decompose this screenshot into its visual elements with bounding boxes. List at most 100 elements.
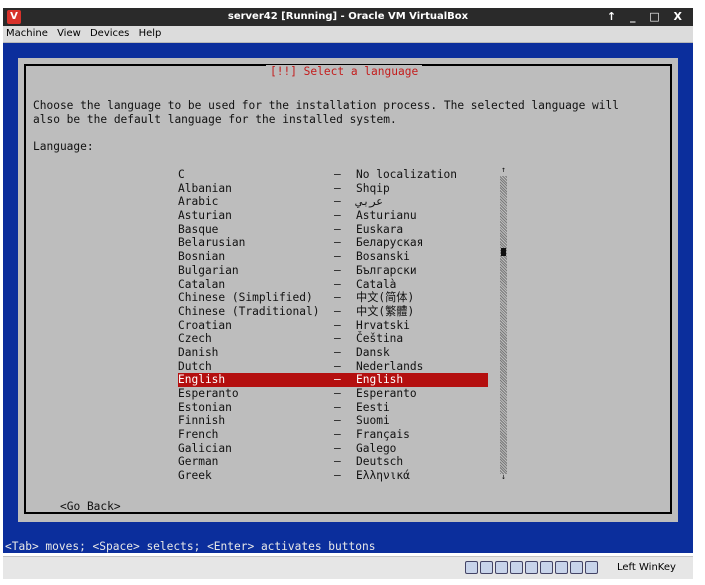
usb-icon[interactable] [510,561,523,574]
language-separator: – [334,428,341,442]
scroll-up-arrow-icon[interactable]: ↑ [500,166,507,174]
language-name: Dutch [178,359,212,373]
language-name: Chinese (Simplified) [178,291,313,305]
language-native-name: Eesti [356,400,390,414]
shared-folder-icon[interactable] [525,561,538,574]
language-name: Galician [178,441,232,455]
language-name: Basque [178,222,219,236]
language-row[interactable]: Asturian – Asturianu [178,209,488,223]
scroll-down-arrow-icon[interactable]: ↓ [500,473,507,481]
language-row[interactable]: German – Deutsch [178,455,488,469]
language-row[interactable]: Chinese (Simplified) – 中文(简体) [178,291,488,305]
menu-help[interactable]: Help [136,26,165,39]
language-row[interactable]: English – English [178,373,488,387]
window-titlebar[interactable]: V server42 [Running] - Oracle VM Virtual… [3,8,693,26]
language-row[interactable]: Greek – Ελληνικά [178,469,488,483]
scrollbar-track[interactable] [500,176,507,474]
language-native-name: Dansk [356,345,390,359]
language-row[interactable]: Galician – Galego [178,442,488,456]
language-separator: – [334,236,341,250]
language-row[interactable]: Dutch – Nederlands [178,360,488,374]
language-separator: – [334,263,341,277]
language-native-name: English [356,373,404,387]
language-native-name: Català [356,277,397,291]
language-scrollbar[interactable]: ↑ ↓ [500,166,507,482]
language-native-name: Nederlands [356,359,424,373]
display-icon[interactable] [540,561,553,574]
menu-devices[interactable]: Devices [87,26,132,39]
language-row[interactable]: Czech – Čeština [178,332,488,346]
language-row[interactable]: French – Français [178,428,488,442]
language-name: Finnish [178,414,226,428]
language-separator: – [334,441,341,455]
window-controls[interactable]: ↑ _ □ X [607,10,687,23]
language-row[interactable]: Arabic – عربي [178,195,488,209]
status-icons [465,561,600,574]
language-separator: – [334,469,341,483]
language-separator: – [334,181,341,195]
language-separator: – [334,168,341,181]
host-key-label: Left WinKey [617,562,676,573]
language-row[interactable]: Bulgarian – Български [178,264,488,278]
language-list[interactable]: C – No localization Albanian – Shqip Arabic – عر… [178,168,488,483]
language-separator: – [334,304,341,318]
language-native-name: Asturianu [356,209,417,223]
language-name: Asturian [178,209,232,223]
installer-dialog: [!!] Select a language Choose the langua… [18,58,678,522]
dialog-description: Choose the language to be used for the i… [33,99,619,126]
language-row[interactable]: Croatian – Hrvatski [178,319,488,333]
language-row[interactable]: Catalan – Català [178,278,488,292]
language-separator: – [334,359,341,373]
language-native-name: Suomi [356,414,390,428]
help-bar: <Tab> moves; <Space> selects; <Enter> ac… [3,540,693,553]
mouse-integration-icon[interactable] [570,561,583,574]
language-name: Croatian [178,318,232,332]
go-back-button[interactable]: <Go Back> [60,500,121,514]
language-separator: – [334,291,341,305]
host-key-icon[interactable] [585,561,598,574]
language-row[interactable]: Estonian – Eesti [178,401,488,415]
language-row[interactable]: Finnish – Suomi [178,414,488,428]
language-separator: – [334,345,341,359]
language-name: C [178,168,185,181]
language-name: French [178,428,219,442]
hard-disk-icon[interactable] [465,561,478,574]
language-name: Danish [178,345,219,359]
language-native-name: Ελληνικά [356,469,410,483]
language-row[interactable]: Belarusian – Беларуская [178,236,488,250]
language-row[interactable]: Albanian – Shqip [178,182,488,196]
network-icon[interactable] [495,561,508,574]
language-separator: – [334,222,341,236]
vm-screen[interactable]: [!!] Select a language Choose the langua… [3,43,693,553]
menu-machine[interactable]: Machine [3,26,51,39]
language-row[interactable]: Danish – Dansk [178,346,488,360]
menu-bar: Machine View Devices Help [3,26,693,43]
language-separator: – [334,318,341,332]
language-separator: – [334,400,341,414]
language-native-name: 中文(简体) [356,291,415,305]
language-name: English [178,373,226,387]
menu-view[interactable]: View [54,26,84,39]
language-row[interactable]: Bosnian – Bosanski [178,250,488,264]
language-name: Chinese (Traditional) [178,304,320,318]
language-row[interactable]: C – No localization [178,168,488,182]
language-name: Esperanto [178,387,239,400]
scrollbar-thumb[interactable] [501,248,506,256]
language-native-name: 中文(繁體) [356,304,415,318]
language-separator: – [334,387,341,400]
language-row[interactable]: Esperanto – Esperanto [178,387,488,401]
language-separator: – [334,455,341,469]
dialog-title: [!!] Select a language [266,65,423,78]
status-bar: Left WinKey [3,556,693,579]
description-line-2: also be the default language for the ins… [33,112,397,126]
language-native-name: Galego [356,441,397,455]
language-native-name: Hrvatski [356,318,410,332]
optical-drive-icon[interactable] [480,561,493,574]
language-row[interactable]: Basque – Euskara [178,223,488,237]
language-row[interactable]: Chinese (Traditional) – 中文(繁體) [178,305,488,319]
video-capture-icon[interactable] [555,561,568,574]
language-separator: – [334,250,341,264]
description-line-1: Choose the language to be used for the i… [33,99,619,112]
language-name: Czech [178,332,212,346]
language-native-name: Bosanski [356,250,410,264]
